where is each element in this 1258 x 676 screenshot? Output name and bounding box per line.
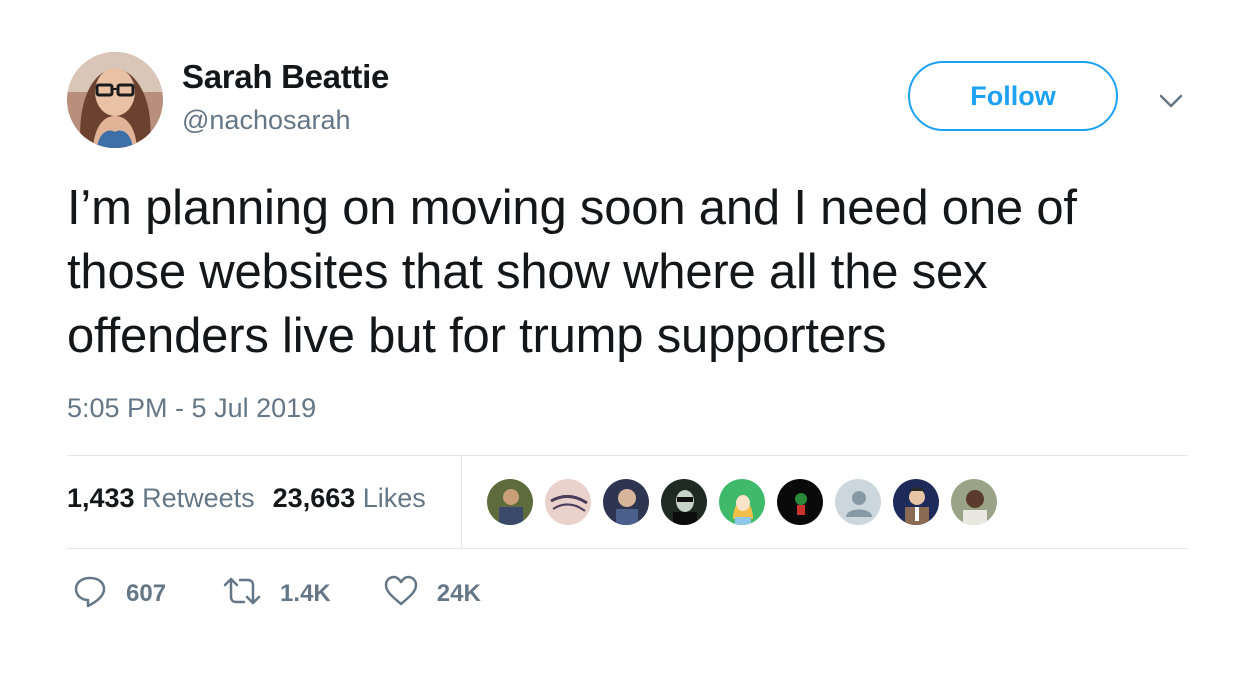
retweet-count: 1.4K	[280, 580, 331, 607]
like-button[interactable]: 24K	[383, 573, 481, 616]
retweets-count: 1,433	[67, 483, 135, 513]
tweet-actions: 607 1.4K 24K	[72, 575, 481, 612]
liker-avatar[interactable]	[602, 478, 650, 526]
heart-icon	[383, 573, 437, 616]
divider	[461, 455, 462, 548]
retweet-button[interactable]: 1.4K	[222, 573, 331, 616]
retweet-arrows-icon	[222, 573, 280, 616]
reply-count: 607	[126, 580, 167, 607]
chevron-down-icon[interactable]	[1156, 86, 1186, 116]
liker-avatars	[486, 478, 1008, 526]
likes-label: Likes	[362, 483, 426, 513]
likes-count: 23,663	[272, 483, 356, 513]
liker-avatar[interactable]	[718, 478, 766, 526]
reply-button[interactable]: 607	[72, 573, 166, 616]
follow-button[interactable]: Follow	[908, 61, 1118, 131]
liker-avatar[interactable]	[544, 478, 592, 526]
divider	[67, 455, 1187, 456]
likes-stat[interactable]: 23,663 Likes	[273, 483, 426, 513]
author-handle[interactable]: @nachosarah	[182, 105, 351, 136]
author-name[interactable]: Sarah Beattie	[182, 58, 389, 96]
retweets-label: Retweets	[142, 483, 255, 513]
liker-avatar[interactable]	[950, 478, 998, 526]
like-count: 24K	[436, 580, 481, 607]
speech-bubble-icon	[72, 573, 126, 616]
author-avatar[interactable]	[67, 52, 163, 148]
divider	[67, 548, 1187, 549]
tweet-text: I’m planning on moving soon and I need o…	[67, 181, 1077, 363]
liker-avatar[interactable]	[660, 478, 708, 526]
tweet-timestamp[interactable]: 5:05 PM - 5 Jul 2019	[67, 393, 316, 424]
liker-avatar[interactable]	[834, 478, 882, 526]
retweets-stat[interactable]: 1,433 Retweets	[67, 483, 255, 513]
liker-avatar[interactable]	[486, 478, 534, 526]
tweet-stats: 1,433 Retweets 23,663 Likes	[67, 483, 426, 514]
liker-avatar[interactable]	[776, 478, 824, 526]
liker-avatar[interactable]	[892, 478, 940, 526]
